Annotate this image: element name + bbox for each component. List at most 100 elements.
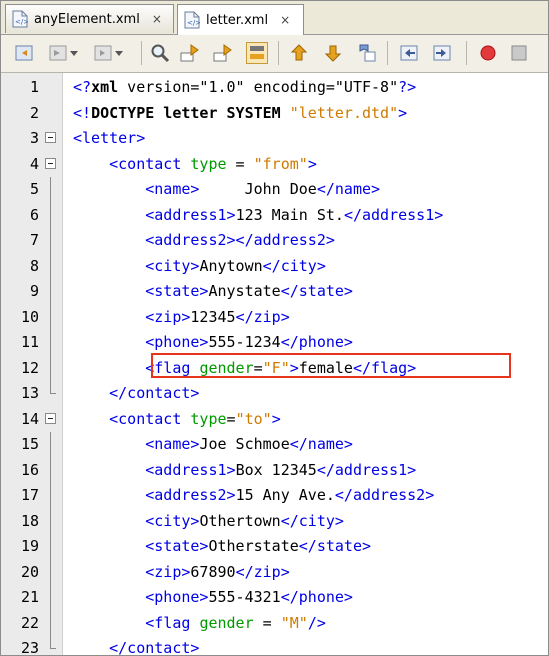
fold-guide-line — [50, 610, 51, 636]
tab-bar: </> anyElement.xml × </> letter.xml × — [1, 1, 548, 35]
token-tag: </contact> — [73, 384, 200, 402]
close-icon[interactable]: × — [280, 13, 290, 27]
xml-file-icon: </> — [184, 11, 200, 29]
fold-guide-line — [50, 534, 51, 560]
code-line[interactable]: 21 <phone>555-4321</phone> — [1, 585, 548, 611]
code-line[interactable]: 17 <address2>15 Any Ave.</address2> — [1, 483, 548, 509]
forward-icon[interactable] — [47, 42, 78, 64]
code-line[interactable]: 7 <address2></address2> — [1, 228, 548, 254]
next-bookmark-icon[interactable] — [322, 42, 344, 64]
code-text: <city>Othertown</city> — [73, 509, 344, 534]
line-number: 1 — [29, 78, 39, 96]
line-number: 23 — [20, 639, 39, 656]
code-line[interactable]: 10 <zip>12345</zip> — [1, 304, 548, 330]
code-line[interactable]: 16 <address1>Box 12345</address1> — [1, 457, 548, 483]
token-tag: </city> — [262, 256, 326, 275]
code-line[interactable]: 11 <phone>555-1234</phone> — [1, 330, 548, 356]
token-val: "to" — [235, 409, 272, 428]
token-declkw: xml — [91, 78, 119, 96]
fold-guide-line — [50, 559, 51, 585]
find-next-icon[interactable] — [212, 42, 234, 64]
code-line[interactable]: 13 </contact> — [1, 381, 548, 406]
token-tag: </address1> — [316, 460, 417, 479]
token-tag: </phone> — [280, 333, 353, 351]
code-line[interactable]: 2 <!DOCTYPE letter SYSTEM "letter.dtd"> — [1, 101, 548, 126]
token-tag: </state> — [280, 282, 353, 300]
code-line[interactable]: 18 <city>Othertown</city> — [1, 508, 548, 534]
code-text: <zip>67890</zip> — [73, 560, 290, 585]
token-tag: <name> — [73, 435, 200, 453]
highlight-box — [151, 353, 511, 378]
fold-collapse-icon[interactable] — [45, 157, 56, 169]
code-text: <name>Joe Schmoe</name> — [73, 432, 353, 457]
code-line[interactable]: 5 <name> John Doe</name> — [1, 177, 548, 203]
token-txt: Otherstate — [208, 537, 299, 555]
fold-guide-line — [50, 585, 51, 611]
code-text: <contact type = "from"> — [73, 152, 317, 177]
code-line[interactable]: 20 <zip>67890</zip> — [1, 559, 548, 585]
code-text: <address2></address2> — [73, 228, 335, 253]
token-txt: Othertown — [199, 511, 281, 530]
history-icon[interactable] — [92, 42, 123, 64]
fold-guide-line — [50, 432, 51, 458]
shift-left-icon[interactable] — [398, 42, 420, 64]
code-editor[interactable]: 1 <?xml version="1.0" encoding="UTF-8"?> 2… — [1, 73, 548, 656]
token-txt: = — [253, 613, 281, 632]
tab-letter-xml[interactable]: </> letter.xml × — [177, 4, 304, 35]
token-tag: </name> — [316, 180, 381, 198]
tab-anyelement-xml[interactable]: </> anyElement.xml × — [5, 4, 174, 33]
token-txt: Box 12345 — [235, 460, 317, 479]
toggle-highlight-icon[interactable] — [246, 42, 268, 64]
close-icon[interactable]: × — [152, 12, 162, 26]
token-tag: <address1> — [73, 205, 236, 224]
token-tag: /> — [307, 613, 326, 632]
line-number: 8 — [29, 256, 39, 275]
token-txt: = — [226, 154, 254, 173]
fold-end-marker — [50, 648, 56, 649]
shift-right-icon[interactable] — [431, 42, 453, 64]
token-txt: John Doe — [199, 180, 317, 198]
token-txt: Anytown — [199, 256, 263, 275]
find-previous-icon[interactable] — [179, 42, 201, 64]
previous-bookmark-icon[interactable] — [288, 42, 310, 64]
token-tag: <phone> — [73, 588, 209, 606]
svg-text:</>: </> — [187, 19, 200, 27]
token-tag: </state> — [298, 537, 372, 555]
record-macro-icon[interactable] — [477, 42, 499, 64]
code-text: <city>Anytown</city> — [73, 254, 326, 279]
token-txt: = — [226, 409, 236, 428]
code-line[interactable]: 22 <flag gender = "M"/> — [1, 610, 548, 636]
code-line[interactable]: 9 <state>Anystate</state> — [1, 279, 548, 305]
code-line[interactable]: 23 </contact> — [1, 636, 548, 656]
token-tag: <zip> — [73, 562, 191, 581]
code-line[interactable]: 19 <state>Otherstate</state> — [1, 534, 548, 560]
code-text: <state>Otherstate</state> — [73, 534, 371, 559]
token-txt: 15 Any Ave. — [235, 486, 335, 504]
back-icon[interactable] — [13, 42, 35, 64]
fold-collapse-icon[interactable] — [45, 412, 56, 424]
code-line[interactable]: 8 <city>Anytown</city> — [1, 253, 548, 279]
fold-collapse-icon[interactable] — [45, 132, 56, 143]
token-tag: </zip> — [235, 307, 290, 326]
code-line[interactable]: 1 <?xml version="1.0" encoding="UTF-8"?> — [1, 75, 548, 100]
editor-window: </> anyElement.xml × </> letter.xml × 1 … — [0, 0, 549, 656]
code-line[interactable]: 4 <contact type = "from"> — [1, 152, 548, 177]
code-line[interactable]: 15 <name>Joe Schmoe</name> — [1, 432, 548, 458]
code-text: <flag gender = "M"/> — [73, 611, 326, 636]
xml-file-icon: </> — [12, 10, 28, 28]
fold-guide-line — [50, 177, 51, 203]
line-number: 2 — [29, 103, 39, 122]
token-tag: <address2> — [73, 486, 236, 504]
find-icon[interactable] — [149, 42, 171, 64]
toggle-bookmark-icon[interactable] — [356, 42, 378, 64]
token-tag: </name> — [289, 435, 353, 453]
code-line[interactable]: 6 <address1>123 Main St.</address1> — [1, 202, 548, 228]
fold-guide-line — [50, 355, 51, 381]
line-number: 12 — [20, 358, 39, 377]
editor-toolbar — [1, 35, 548, 73]
stop-macro-icon[interactable] — [508, 42, 530, 64]
code-line[interactable]: 14 <contact type="to"> — [1, 407, 548, 432]
line-number: 14 — [20, 409, 39, 428]
code-text: </contact> — [73, 381, 199, 406]
code-line[interactable]: 3 <letter> — [1, 126, 548, 151]
